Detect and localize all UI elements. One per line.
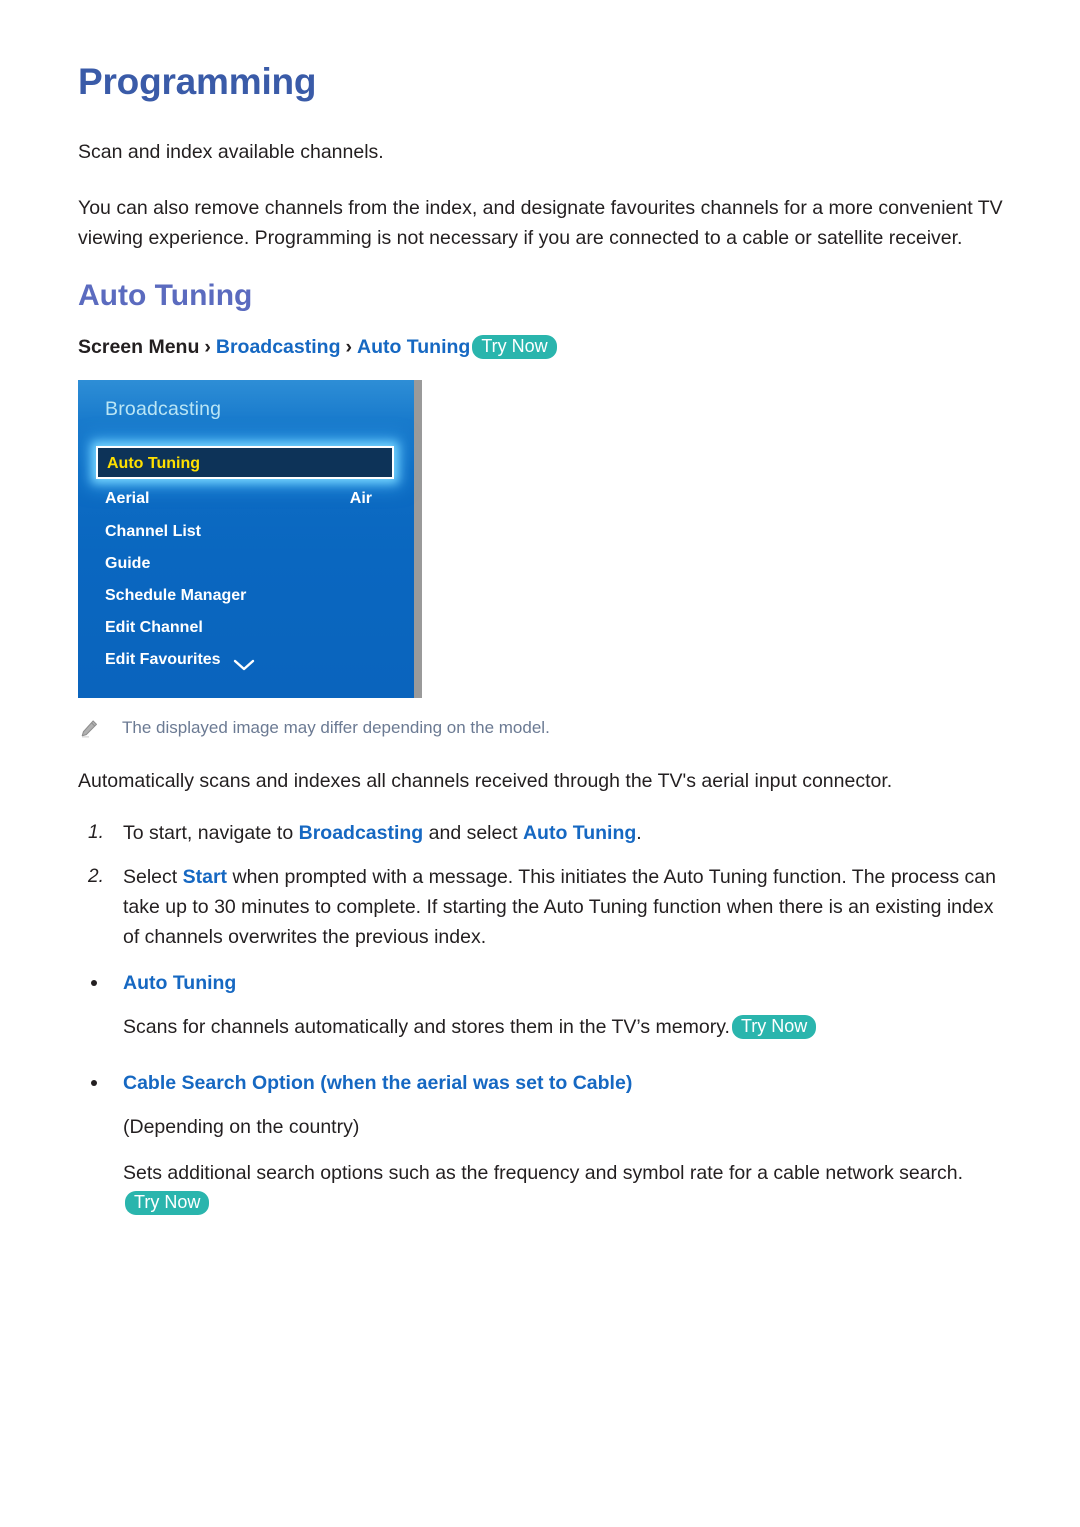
tv-menu-item-edit-channel[interactable]: Edit Channel (105, 619, 203, 637)
tv-menu-item-edit-favourites[interactable]: Edit Favourites (105, 651, 221, 669)
step-number: 2. (88, 865, 104, 887)
tv-menu-screenshot: Broadcasting Auto Tuning Aerial Air Chan… (78, 379, 422, 698)
try-now-badge-auto-tuning[interactable]: Try Now (731, 1014, 817, 1039)
tv-menu-scrollbar[interactable] (414, 379, 422, 698)
list-item: 1. To start, navigate to Broadcasting an… (78, 818, 1008, 848)
bullet-dot-icon (91, 1079, 97, 1086)
bullet-body-cable-search-option: Sets additional search options such as t… (78, 1158, 1008, 1218)
intro-paragraph-2: You can also remove channels from the in… (78, 196, 1003, 249)
list-item: 2. Select Start when prompted with a mes… (78, 862, 1008, 952)
bullet-subnote-cable-search-option: (Depending on the country) (123, 1115, 360, 1138)
tv-menu-item-auto-tuning-selected[interactable]: Auto Tuning (96, 445, 394, 479)
bullet-dot-icon (91, 979, 97, 986)
list-item: Cable Search Option (when the aerial was… (78, 1068, 1008, 1098)
step-link-start[interactable]: Start (183, 866, 227, 888)
breadcrumb-auto-tuning[interactable]: Auto Tuning (357, 336, 470, 358)
bullet-title-auto-tuning[interactable]: Auto Tuning (123, 972, 236, 994)
list-item: Auto Tuning (78, 968, 1008, 998)
step-text-part: Select (123, 865, 183, 888)
bullet-title-link-cable[interactable]: Cable (573, 1072, 626, 1094)
intro-paragraph-1: Scan and index available channels. (78, 140, 384, 163)
steps-list: 1. To start, navigate to Broadcasting an… (78, 818, 1008, 952)
step-number: 1. (88, 821, 104, 843)
breadcrumb-screen-menu: Screen Menu (78, 335, 200, 358)
bullet-title-cable-search-option[interactable]: Cable Search Option (123, 1072, 315, 1094)
pencil-icon (81, 720, 98, 738)
step-link-auto-tuning[interactable]: Auto Tuning (523, 822, 636, 844)
document-page: Programming Scan and index available cha… (0, 0, 1080, 1527)
tv-menu-item-aerial-value: Air (349, 489, 372, 507)
tv-menu-item-aerial[interactable]: Aerial (105, 490, 149, 508)
bullet-title-suffix-post: ) (625, 1071, 633, 1094)
step-text-part: . (636, 821, 642, 844)
try-now-badge-breadcrumb[interactable]: Try Now (472, 334, 557, 359)
bullet-body-text: Scans for channels automatically and sto… (123, 1015, 730, 1038)
description-paragraph: Automatically scans and indexes all chan… (78, 769, 893, 792)
step-text-part: To start, navigate to (123, 821, 299, 844)
try-now-badge-cable-search-option[interactable]: Try Now (125, 1190, 210, 1215)
bullet-title-suffix-pre: (when the aerial was set to (314, 1071, 573, 1094)
bullet-body-text: Sets additional search options such as t… (123, 1161, 964, 1184)
tv-menu-item-schedule-manager[interactable]: Schedule Manager (105, 587, 246, 605)
step-link-broadcasting[interactable]: Broadcasting (299, 822, 424, 844)
chevron-down-icon[interactable] (233, 659, 255, 671)
step-text-part: when prompted with a message. This initi… (123, 865, 996, 948)
breadcrumb-separator-2: › (345, 335, 352, 358)
breadcrumb-separator-1: › (204, 335, 211, 358)
tv-menu-item-guide[interactable]: Guide (105, 555, 150, 573)
section-title-auto-tuning: Auto Tuning (78, 278, 253, 312)
note-text: The displayed image may differ depending… (122, 717, 550, 737)
options-bullet-list: Auto Tuning Scans for channels automatic… (78, 968, 1008, 1218)
step-text-part: and select (423, 821, 523, 844)
tv-menu-header-broadcasting: Broadcasting (105, 397, 222, 420)
bullet-body-auto-tuning: Scans for channels automatically and sto… (78, 1012, 1008, 1042)
page-content: Programming Scan and index available cha… (78, 61, 1008, 1218)
page-title: Programming (78, 61, 317, 102)
tv-menu-item-channel-list[interactable]: Channel List (105, 523, 201, 541)
breadcrumb: Screen Menu › Broadcasting › Auto Tuning Try … (78, 334, 1008, 360)
note-row: The displayed image may differ depending… (78, 716, 1008, 740)
breadcrumb-broadcasting[interactable]: Broadcasting (216, 336, 341, 358)
tv-menu-item-auto-tuning-label: Auto Tuning (107, 454, 200, 472)
